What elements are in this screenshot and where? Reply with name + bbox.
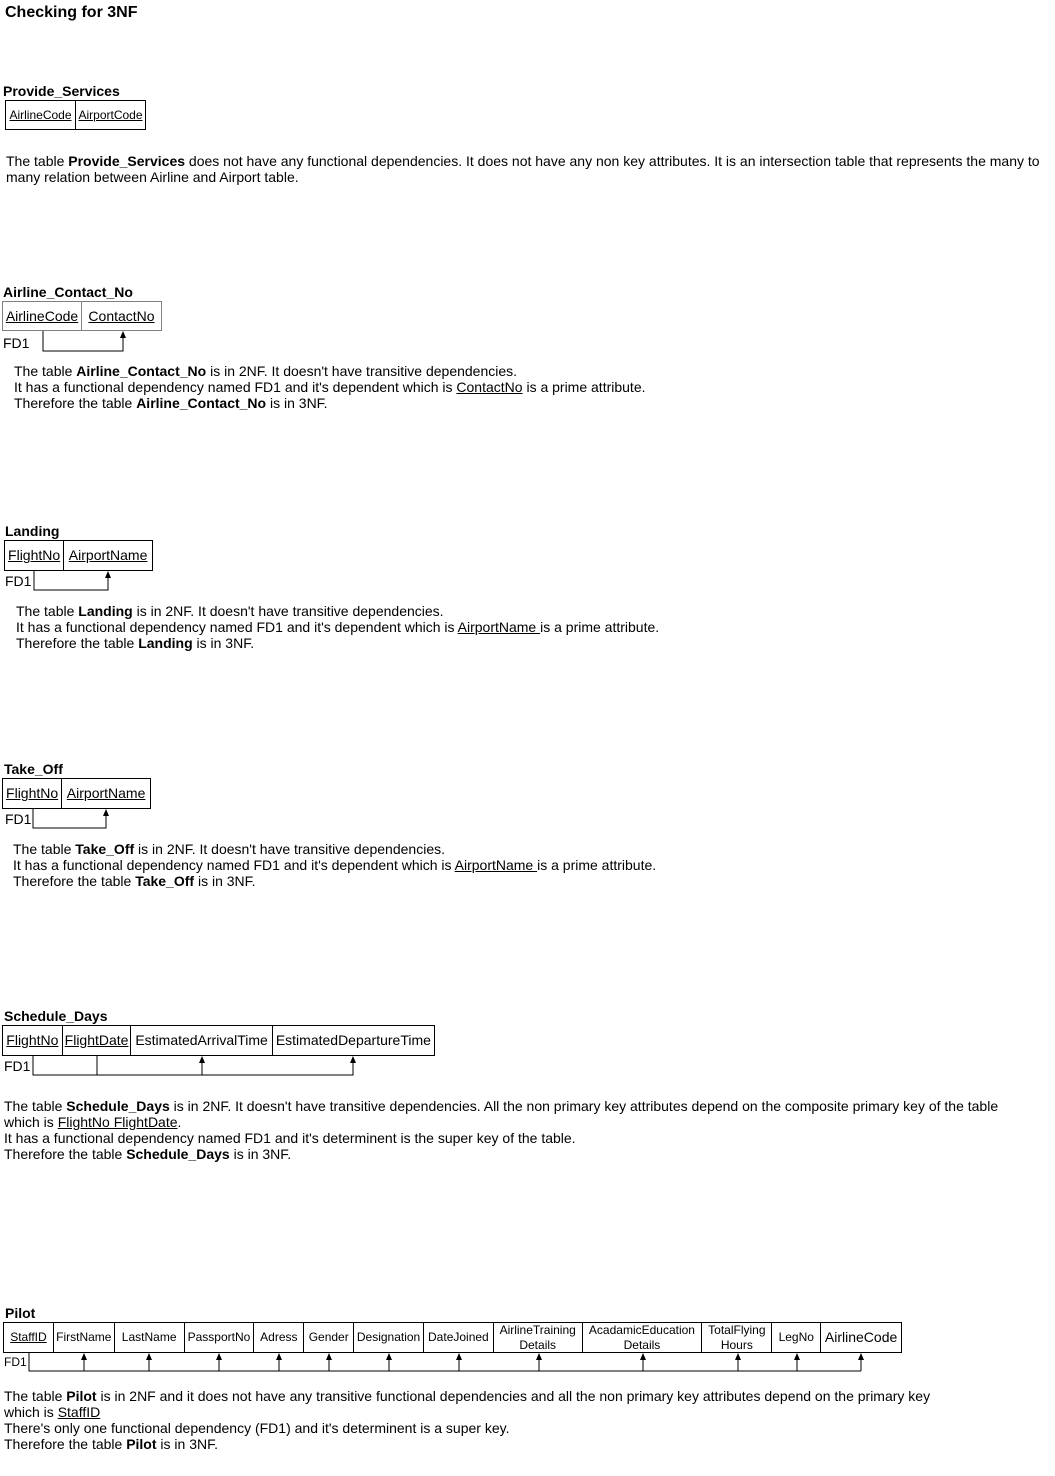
fd1-arrow-head [386, 1353, 392, 1360]
fd1-arrow-head [81, 1353, 87, 1360]
fd1-arrow-head [276, 1353, 282, 1360]
fd1-arrow-head [536, 1353, 542, 1360]
fd1-arrow-head [794, 1353, 800, 1360]
fd1-arrow-head [146, 1353, 152, 1360]
fd1-arrow-head [216, 1353, 222, 1360]
fd1-arrow-head [858, 1353, 864, 1360]
description-pilot: The table Pilot is in 2NF and it does no… [4, 1388, 931, 1452]
fd1-arrow-head [640, 1353, 646, 1360]
fd1-arrow-head [326, 1353, 332, 1360]
fd1-arrow-head [456, 1353, 462, 1360]
fd1-arrow-head [735, 1353, 741, 1360]
fd1-dependency-arrows-pilot [28, 1353, 864, 1372]
